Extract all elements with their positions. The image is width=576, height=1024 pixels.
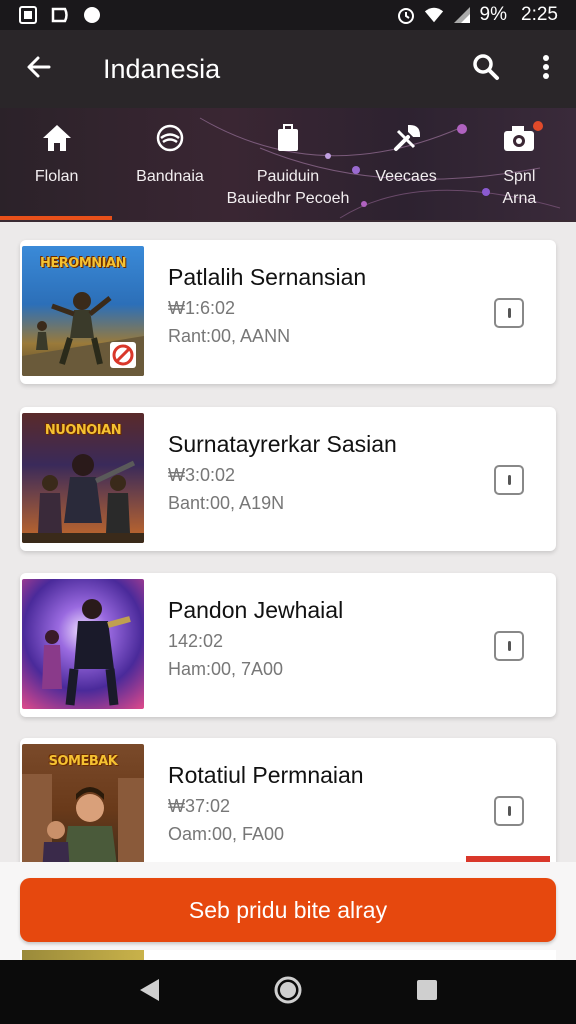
notification-icon bbox=[18, 5, 38, 25]
primary-action-button[interactable]: Seb pridu bite alray bbox=[20, 878, 556, 942]
system-nav-bar bbox=[0, 960, 576, 1024]
battery-text: 9% bbox=[479, 4, 508, 25]
game-thumbnail: NUONOIAN bbox=[22, 413, 144, 543]
category-tabs: Flolan Bandnaia Pauiduin Bauiedhr Pecoeh… bbox=[0, 108, 576, 222]
more-button[interactable] bbox=[516, 30, 576, 108]
nav-recents-icon bbox=[415, 978, 439, 1007]
game-meta-secondary: Rant:00, AANN bbox=[168, 326, 291, 346]
tab-flolan[interactable]: Flolan bbox=[0, 108, 113, 218]
nav-home-button[interactable] bbox=[264, 968, 312, 1016]
wifi-icon bbox=[424, 5, 444, 25]
tab-label: Pauiduin bbox=[256, 168, 320, 185]
info-icon bbox=[507, 308, 511, 318]
card-action-button[interactable] bbox=[494, 631, 524, 661]
card-action-button[interactable] bbox=[494, 796, 524, 826]
back-button[interactable] bbox=[0, 30, 78, 108]
bag-icon bbox=[227, 122, 350, 154]
camera-icon bbox=[463, 122, 576, 154]
app-icon bbox=[50, 5, 70, 25]
tools-icon bbox=[349, 122, 462, 154]
arrow-left-icon bbox=[25, 53, 53, 86]
thumbnail-logo-text: SOMEBAK bbox=[48, 754, 118, 769]
selected-tab-indicator bbox=[0, 216, 112, 220]
game-title: Surnatayrerkar Sasian bbox=[168, 431, 397, 457]
game-card[interactable]: HEROMNIAN Patlalih Sernansian ₩1:6:02 Ra… bbox=[20, 240, 556, 384]
tab-label: Veecaes bbox=[375, 168, 437, 185]
nav-home-icon bbox=[273, 975, 303, 1010]
info-icon bbox=[507, 641, 511, 651]
info-icon bbox=[507, 475, 511, 485]
controller-icon bbox=[113, 122, 226, 154]
tab-veecaes[interactable]: Veecaes bbox=[349, 108, 462, 218]
game-thumbnail: SOMEBAK bbox=[22, 744, 144, 862]
tab-pauiduin[interactable]: Pauiduin Bauiedhr Pecoeh bbox=[226, 108, 350, 218]
info-icon bbox=[507, 806, 511, 816]
search-icon bbox=[471, 52, 501, 87]
alarm-icon bbox=[396, 5, 416, 25]
game-meta-secondary: Ham:00, 7A00 bbox=[168, 659, 284, 679]
home-icon bbox=[0, 122, 113, 154]
nav-back-button[interactable] bbox=[125, 968, 173, 1016]
game-meta: 142:02 bbox=[168, 631, 224, 651]
tab-sublabel: Arna bbox=[502, 190, 537, 207]
more-vertical-icon bbox=[542, 54, 550, 85]
page-title: Indanesia bbox=[103, 53, 221, 84]
game-title: Rotatiul Permnaian bbox=[168, 762, 364, 788]
circle-icon bbox=[82, 5, 102, 25]
tab-spnl[interactable]: Spnl Arna bbox=[463, 108, 576, 218]
tab-label: Bandnaia bbox=[136, 168, 204, 185]
game-meta: ₩3:0:02 bbox=[168, 465, 236, 485]
status-bar: 9% 2:25 bbox=[0, 0, 576, 30]
game-list[interactable]: HEROMNIAN Patlalih Sernansian ₩1:6:02 Ra… bbox=[0, 222, 576, 862]
game-card[interactable]: Pandon Jewhaial 142:02 Ham:00, 7A00 bbox=[20, 573, 556, 717]
tab-label: Flolan bbox=[34, 168, 79, 185]
card-action-button[interactable] bbox=[494, 465, 524, 495]
game-meta: ₩37:02 bbox=[168, 796, 231, 816]
clock: 2:25 bbox=[521, 4, 558, 25]
search-button[interactable] bbox=[456, 30, 516, 108]
nav-recents-button[interactable] bbox=[403, 968, 451, 1016]
game-thumbnail: HEROMNIAN bbox=[22, 246, 144, 376]
thumbnail-logo-text: NUONOIAN bbox=[44, 423, 122, 438]
nav-back-icon bbox=[137, 977, 161, 1008]
signal-icon bbox=[452, 5, 472, 25]
card-action-button[interactable] bbox=[494, 298, 524, 328]
game-meta-secondary: Bant:00, A19N bbox=[168, 493, 285, 513]
game-meta-secondary: Oam:00, FA00 bbox=[168, 824, 285, 844]
game-card[interactable]: SOMEBAK Rotatiul Permnaian ₩37:02 Oam:00… bbox=[20, 738, 556, 862]
game-thumbnail bbox=[22, 950, 144, 960]
bottom-action-panel: Seb pridu bite alray bbox=[0, 862, 576, 960]
tab-label: Spnl bbox=[503, 168, 536, 185]
tab-bandnaia[interactable]: Bandnaia bbox=[113, 108, 226, 218]
game-card[interactable]: NUONOIAN Surnatayrerkar Sasian ₩3:0:02 B… bbox=[20, 407, 556, 551]
list-item-peek bbox=[20, 950, 556, 960]
app-bar: Indanesia bbox=[0, 30, 576, 108]
tab-sublabel: Bauiedhr Pecoeh bbox=[226, 190, 350, 207]
game-meta: ₩1:6:02 bbox=[168, 298, 236, 318]
thumbnail-logo-text: HEROMNIAN bbox=[40, 256, 126, 271]
game-title: Pandon Jewhaial bbox=[168, 597, 344, 623]
game-title: Patlalih Sernansian bbox=[168, 264, 367, 290]
game-thumbnail bbox=[22, 579, 144, 709]
